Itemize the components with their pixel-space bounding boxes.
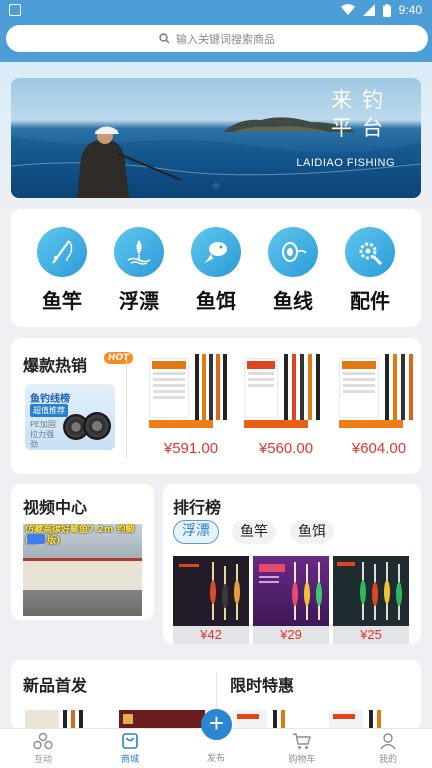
section-divider xyxy=(126,356,127,458)
banner-title: 来钓 平台 xyxy=(331,86,393,142)
ranking-product-card[interactable]: ¥25 xyxy=(333,556,409,644)
bait-icon xyxy=(191,227,241,277)
tab-publish-label[interactable]: 发布 xyxy=(186,751,246,764)
product-price: ¥560.00 xyxy=(258,440,314,457)
tab-mall[interactable]: 商城 xyxy=(100,732,160,765)
gallery-notification-icon xyxy=(9,4,21,16)
tab-label: 我的 xyxy=(378,755,397,765)
category-label: 鱼饵 xyxy=(196,289,236,313)
banner-subtitle: LAIDIAO FISHING xyxy=(296,157,395,169)
interact-icon xyxy=(13,732,73,750)
product-price: ¥591.00 xyxy=(163,440,219,457)
product-image xyxy=(173,556,249,626)
product-image xyxy=(242,352,328,430)
tab-profile[interactable]: 我的 xyxy=(358,732,418,765)
hot-product-card[interactable]: ¥591.00 xyxy=(147,352,235,457)
category-rod[interactable]: 鱼竿 xyxy=(32,227,92,314)
banner-title-line2: 平台 xyxy=(331,116,393,140)
profile-icon xyxy=(358,732,418,750)
hot-sales-section: 爆款热销 HOT 鱼钓线榜 超值推荐 PE加固 拉力强劲 ¥591.00 ¥56… xyxy=(11,338,421,474)
search-icon xyxy=(159,33,170,44)
promo-line3: PE加固 拉力强劲 xyxy=(30,420,56,449)
signal-icon xyxy=(362,4,375,16)
hot-sales-title: 爆款热销 xyxy=(23,356,88,375)
video-scene-building xyxy=(23,558,142,590)
ranking-product-card[interactable]: ¥42 xyxy=(173,556,249,644)
product-price: ¥42 xyxy=(173,626,249,644)
category-label: 鱼竿 xyxy=(42,289,82,313)
hot-badge: HOT xyxy=(104,352,134,364)
top-bar: 输入关键词搜索商品 xyxy=(0,22,432,62)
video-center-title: 视频中心 xyxy=(23,498,88,517)
ranking-product-card[interactable]: ¥29 xyxy=(253,556,329,644)
hot-product-card[interactable]: ¥604.00 xyxy=(337,352,421,457)
publish-plus-icon[interactable]: + xyxy=(201,709,232,740)
category-float[interactable]: 浮漂 xyxy=(109,227,169,314)
fishing-line-icon xyxy=(268,227,318,277)
product-price: ¥29 xyxy=(253,626,329,644)
float-icon xyxy=(114,227,164,277)
category-accessories[interactable]: 配件 xyxy=(340,227,400,314)
video-thumbnail[interactable]: 仿藏高碳好鲫鱼7.2m 钓鲫(第一版) xyxy=(23,524,142,616)
mall-icon xyxy=(100,732,160,750)
product-image xyxy=(337,352,421,430)
tab-interact[interactable]: 互动 xyxy=(13,732,73,765)
hot-product-card[interactable]: ¥560.00 xyxy=(242,352,330,457)
status-bar: 9:40 xyxy=(0,0,432,22)
hot-promo-image[interactable]: 鱼钓线榜 超值推荐 PE加固 拉力强劲 xyxy=(25,384,115,450)
category-label: 鱼线 xyxy=(273,289,313,313)
flash-sale-title[interactable]: 限时特惠 xyxy=(230,672,294,696)
promo-line1: 鱼钓线榜 xyxy=(30,394,70,405)
fishing-rod-icon xyxy=(37,227,87,277)
tab-label: 互动 xyxy=(33,755,52,765)
product-image xyxy=(253,556,329,626)
product-image xyxy=(333,556,409,626)
ranking-title: 排行榜 xyxy=(173,498,222,517)
category-label: 浮漂 xyxy=(119,289,159,313)
product-image xyxy=(147,352,233,430)
product-price: ¥25 xyxy=(333,626,409,644)
promo-line2: 超值推荐 xyxy=(30,404,68,417)
battery-icon xyxy=(382,3,391,17)
clock-time: 9:40 xyxy=(398,3,422,17)
video-center-section: 视频中心 仿藏高碳好鲫鱼7.2m 钓鲫(第一版) xyxy=(11,484,154,620)
tab-cart[interactable]: 购物车 xyxy=(272,732,332,765)
cart-icon xyxy=(272,732,332,750)
video-play-badge-icon xyxy=(27,534,45,544)
search-input[interactable]: 输入关键词搜索商品 xyxy=(6,25,428,52)
promo-banner[interactable]: 来钓 平台 LAIDIAO FISHING xyxy=(11,78,421,198)
banner-title-line1: 来钓 xyxy=(331,88,393,112)
accessories-gear-icon xyxy=(345,227,395,277)
line-spool-image xyxy=(83,412,111,440)
ranking-tab-bait[interactable]: 鱼饵 xyxy=(290,520,334,544)
ranking-tab-rod[interactable]: 鱼竿 xyxy=(232,520,276,544)
wifi-icon xyxy=(340,4,355,16)
category-bait[interactable]: 鱼饵 xyxy=(186,227,246,314)
ranking-section: 排行榜 浮漂 鱼竿 鱼饵 ¥42 ¥29 ¥25 xyxy=(163,484,421,644)
tab-label: 商城 xyxy=(120,755,139,765)
category-label: 配件 xyxy=(350,289,390,313)
search-placeholder: 输入关键词搜索商品 xyxy=(176,32,275,46)
category-line[interactable]: 鱼线 xyxy=(263,227,323,314)
banner-pager-dot xyxy=(212,182,220,190)
category-grid: 鱼竿 浮漂 鱼饵 鱼线 配件 xyxy=(11,209,421,327)
ranking-tab-float[interactable]: 浮漂 xyxy=(173,520,219,544)
product-price: ¥604.00 xyxy=(351,440,407,457)
new-products-title[interactable]: 新品首发 xyxy=(23,672,87,696)
tab-label: 购物车 xyxy=(288,755,316,765)
